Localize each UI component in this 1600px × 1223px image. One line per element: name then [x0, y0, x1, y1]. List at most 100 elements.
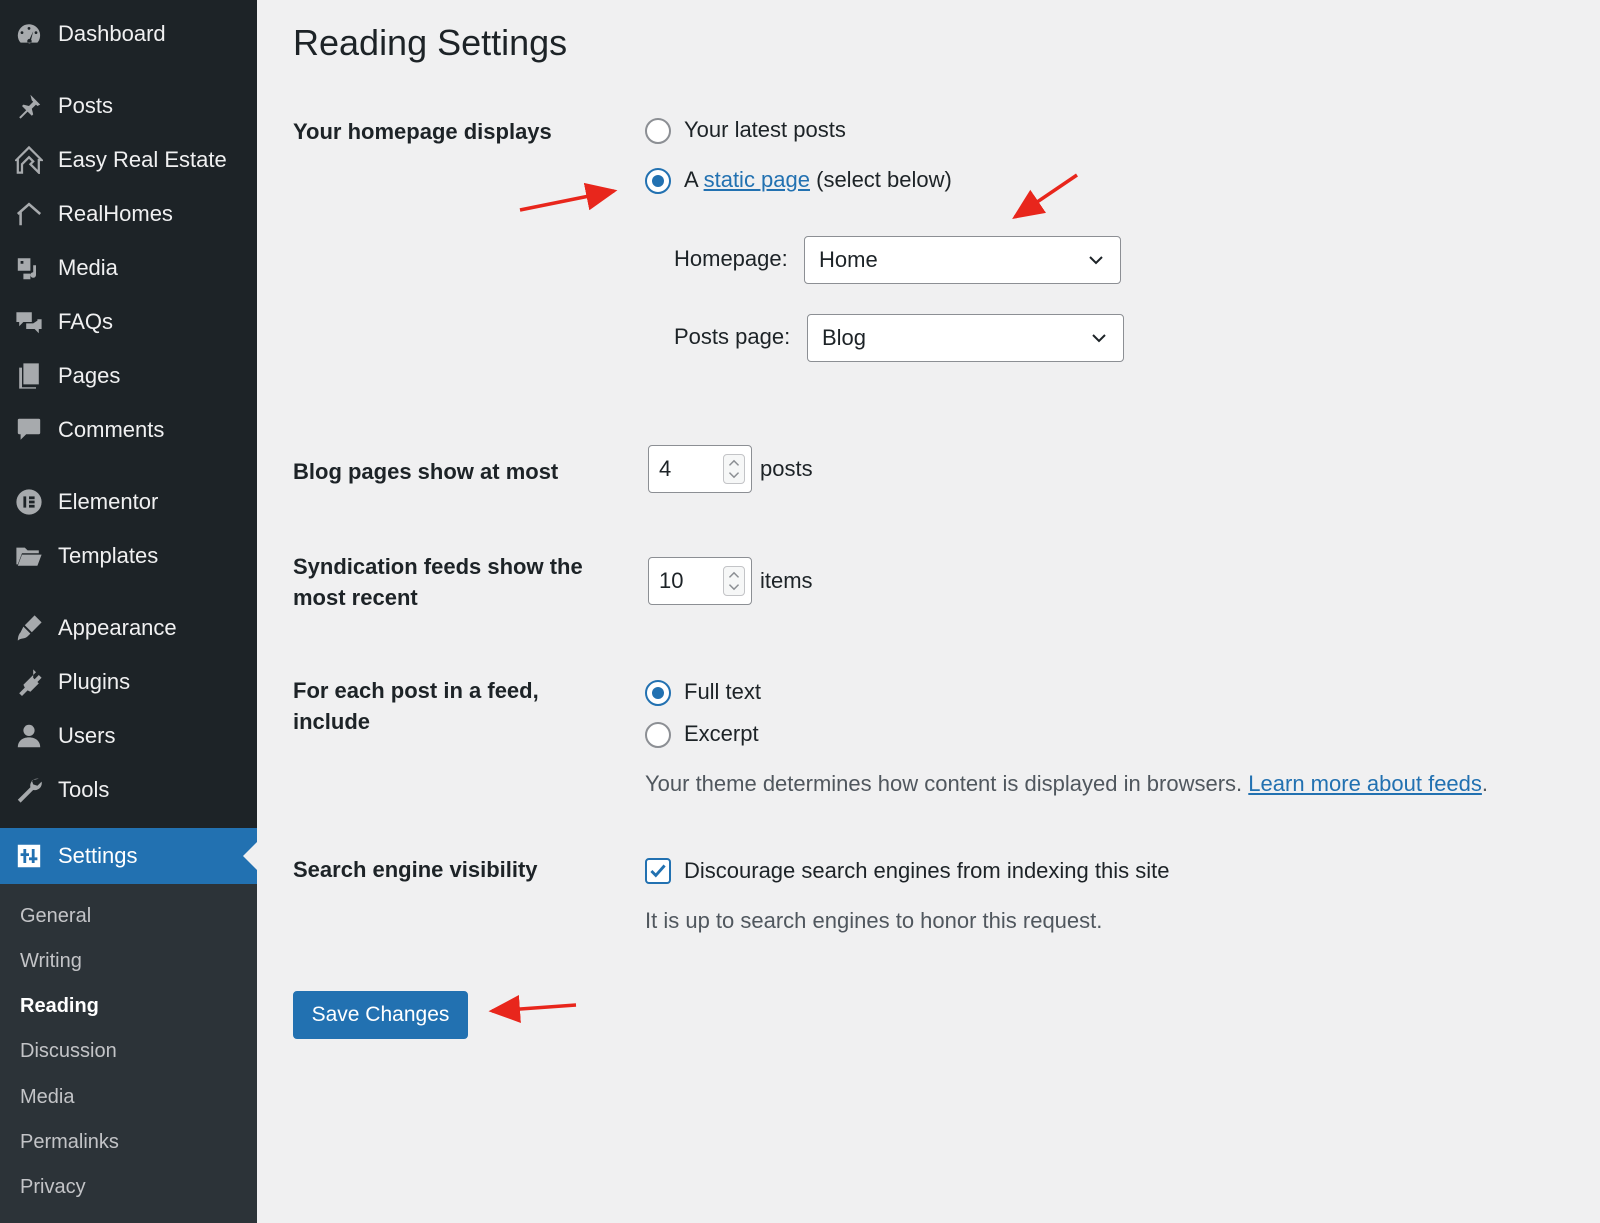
sidebar-item-dashboard[interactable]: Dashboard [0, 10, 257, 58]
radio-excerpt[interactable] [645, 722, 671, 748]
dashboard-icon [14, 19, 44, 49]
radio-static-page[interactable] [645, 168, 671, 194]
media-icon [14, 253, 44, 283]
sidebar-item-pages[interactable]: Pages [0, 352, 257, 400]
learn-more-feeds-link[interactable]: Learn more about feeds [1248, 771, 1482, 796]
submenu-item-writing[interactable]: Writing [20, 950, 82, 973]
feed-content-label-line2: include [293, 709, 371, 734]
house-outline-icon [14, 199, 44, 229]
brush-icon [14, 613, 44, 643]
sidebar-item-label: Dashboard [58, 21, 166, 46]
syndication-label: Syndication feeds show the most recent [293, 551, 623, 613]
homepage-select-value: Home [819, 247, 878, 272]
submenu-item-discussion[interactable]: Discussion [20, 1040, 117, 1063]
sidebar-item-appearance[interactable]: Appearance [0, 604, 257, 652]
static-page-suffix: (select below) [816, 167, 952, 192]
chevron-down-icon [1089, 256, 1103, 265]
sidebar-item-easy-real-estate[interactable]: Easy Real Estate [0, 136, 257, 184]
feed-description-text: Your theme determines how content is dis… [645, 771, 1243, 796]
settings-sliders-icon [14, 841, 44, 871]
sidebar-item-label: Media [58, 255, 118, 280]
syndication-label-line1: Syndication feeds show the [293, 554, 583, 579]
search-visibility-label: Search engine visibility [293, 857, 538, 882]
spinner-arrows-icon [728, 459, 740, 479]
sidebar-item-label: Templates [58, 543, 159, 568]
plug-icon [14, 667, 44, 697]
blog-pages-input[interactable]: 4 [648, 445, 752, 493]
homepage-select-label: Homepage: [674, 246, 788, 271]
sidebar-item-tools[interactable]: Tools [0, 766, 257, 814]
feed-description: Your theme determines how content is dis… [645, 771, 1488, 797]
chat-bubbles-icon [14, 307, 44, 337]
arrow-to-save-button [488, 995, 577, 1023]
sidebar-item-label: Settings [58, 843, 138, 868]
page-title: Reading Settings [293, 22, 568, 63]
sidebar-item-label: Pages [58, 363, 121, 388]
sidebar-item-plugins[interactable]: Plugins [0, 658, 257, 706]
homepage-select[interactable]: Home [804, 236, 1121, 284]
sidebar-item-templates[interactable]: Templates [0, 532, 257, 580]
submenu-item-general[interactable]: General [20, 905, 91, 928]
number-spinner[interactable] [723, 566, 745, 596]
blog-pages-label: Blog pages show at most [293, 459, 559, 484]
radio-full-text[interactable] [645, 680, 671, 706]
homepage-displays-label: Your homepage displays [293, 119, 552, 144]
comment-icon [14, 415, 44, 445]
number-spinner[interactable] [723, 454, 745, 484]
posts-page-select[interactable]: Blog [807, 314, 1124, 362]
blog-pages-unit: posts [760, 456, 813, 481]
syndication-value: 10 [659, 568, 684, 593]
chevron-down-icon [1092, 334, 1106, 343]
discourage-search-checkbox[interactable] [645, 858, 671, 884]
excerpt-label: Excerpt [684, 721, 759, 746]
folder-icon [14, 541, 44, 571]
sidebar-item-settings[interactable]: Settings [0, 828, 257, 884]
posts-page-select-value: Blog [822, 325, 867, 350]
sidebar-item-comments[interactable]: Comments [0, 406, 257, 454]
sidebar-item-label: Appearance [58, 615, 177, 640]
sidebar-item-label: Easy Real Estate [58, 147, 227, 172]
feed-content-label-line1: For each post in a feed, [293, 678, 539, 703]
sidebar-item-label: RealHomes [58, 201, 173, 226]
pages-icon [14, 361, 44, 391]
admin-sidebar: Dashboard Posts Easy Real Estate RealHom… [0, 0, 257, 1223]
feed-description-suffix: . [1481, 771, 1489, 796]
settings-submenu: General Writing Reading Discussion Media… [0, 884, 257, 1223]
user-icon [14, 721, 44, 751]
feed-content-label: For each post in a feed, include [293, 675, 623, 737]
sidebar-item-label: Posts [58, 93, 114, 118]
sidebar-item-media[interactable]: Media [0, 244, 257, 292]
radio-latest-posts[interactable] [645, 118, 671, 144]
sidebar-item-users[interactable]: Users [0, 712, 257, 760]
save-changes-button[interactable]: Save Changes [293, 991, 468, 1039]
submenu-item-reading[interactable]: Reading [20, 995, 99, 1018]
sidebar-item-label: Users [58, 723, 116, 748]
search-visibility-description: It is up to search engines to honor this… [645, 908, 1103, 933]
sidebar-item-realhomes[interactable]: RealHomes [0, 190, 257, 238]
discourage-search-label: Discourage search engines from indexing … [684, 858, 1170, 883]
posts-page-select-label: Posts page: [674, 324, 791, 349]
spinner-arrows-icon [728, 571, 740, 591]
sidebar-item-label: Tools [58, 777, 110, 802]
submenu-item-permalinks[interactable]: Permalinks [20, 1131, 119, 1154]
sidebar-item-elementor[interactable]: Elementor [0, 478, 257, 526]
sidebar-item-faqs[interactable]: FAQs [0, 298, 257, 346]
sidebar-item-posts[interactable]: Posts [0, 82, 257, 130]
syndication-input[interactable]: 10 [648, 557, 752, 605]
syndication-label-line2: most recent [293, 585, 418, 610]
pin-icon [14, 91, 44, 121]
sidebar-item-label: Comments [58, 417, 165, 442]
elementor-icon [14, 487, 44, 517]
full-text-label: Full text [684, 679, 762, 704]
house-icon [14, 145, 44, 175]
wrench-icon [14, 775, 44, 805]
sidebar-item-label: Elementor [58, 489, 159, 514]
submenu-item-media[interactable]: Media [20, 1086, 74, 1109]
latest-posts-label: Your latest posts [684, 117, 846, 142]
blog-pages-value: 4 [659, 456, 672, 481]
static-page-link[interactable]: static page [704, 167, 810, 192]
sidebar-item-label: FAQs [58, 309, 114, 334]
static-page-label: A static page (select below) [684, 166, 952, 194]
syndication-unit: items [760, 568, 813, 593]
submenu-item-privacy[interactable]: Privacy [20, 1176, 86, 1199]
